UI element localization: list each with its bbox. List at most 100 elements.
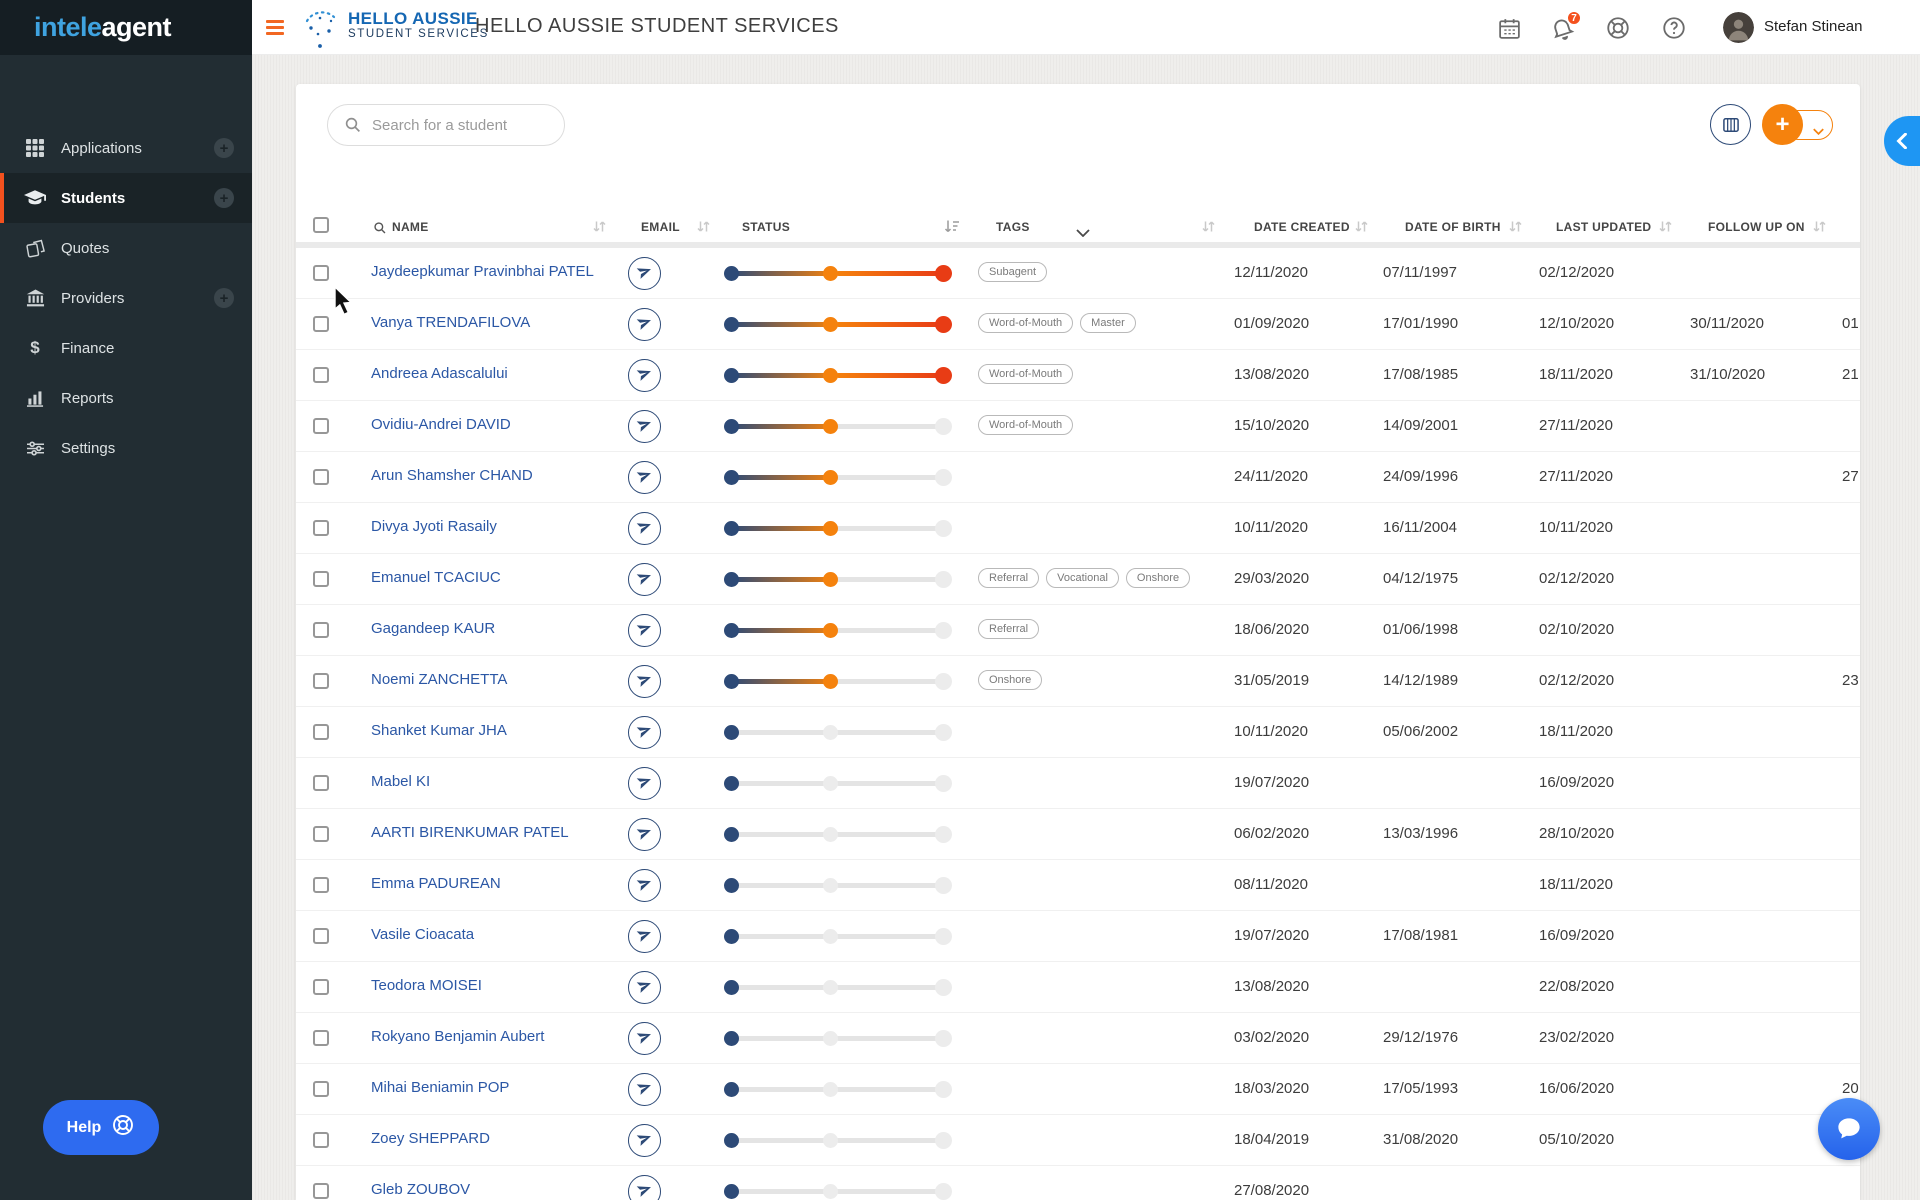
student-name[interactable]: Shanket Kumar JHA <box>371 722 507 739</box>
student-name[interactable]: Vanya TRENDAFILOVA <box>371 314 530 331</box>
student-name[interactable]: Gleb ZOUBOV <box>371 1181 470 1198</box>
row-checkbox[interactable] <box>313 265 329 281</box>
notifications-bell-icon[interactable]: 7 <box>1548 14 1576 42</box>
send-email-button[interactable] <box>628 971 661 1004</box>
user-avatar[interactable] <box>1723 12 1754 43</box>
help-question-icon[interactable] <box>1660 14 1688 42</box>
send-email-button[interactable] <box>628 461 661 494</box>
add-student-button[interactable]: + <box>1762 104 1803 145</box>
send-email-button[interactable] <box>628 1175 661 1200</box>
status-slider[interactable] <box>724 367 952 384</box>
status-slider[interactable] <box>724 1132 952 1149</box>
row-checkbox[interactable] <box>313 1081 329 1097</box>
student-name[interactable]: Gagandeep KAUR <box>371 620 495 637</box>
row-checkbox[interactable] <box>313 469 329 485</box>
student-name[interactable]: Arun Shamsher CHAND <box>371 467 533 484</box>
row-checkbox[interactable] <box>313 775 329 791</box>
status-slider[interactable] <box>724 622 952 639</box>
status-slider[interactable] <box>724 316 952 333</box>
status-slider[interactable] <box>724 724 952 741</box>
add-icon[interactable]: + <box>214 288 234 308</box>
sort-tags-icon[interactable] <box>1201 219 1216 239</box>
student-name[interactable]: Divya Jyoti Rasaily <box>371 518 497 535</box>
student-name[interactable]: Emma PADUREAN <box>371 875 501 892</box>
student-name[interactable]: Zoey SHEPPARD <box>371 1130 490 1147</box>
search-input[interactable] <box>327 104 565 146</box>
row-checkbox[interactable] <box>313 877 329 893</box>
send-email-button[interactable] <box>628 767 661 800</box>
status-slider[interactable] <box>724 775 952 792</box>
help-button[interactable]: Help <box>43 1100 159 1155</box>
send-email-button[interactable] <box>628 1073 661 1106</box>
sort-email-icon[interactable] <box>696 219 711 239</box>
row-checkbox[interactable] <box>313 571 329 587</box>
send-email-button[interactable] <box>628 512 661 545</box>
chat-widget-button[interactable] <box>1818 1098 1880 1160</box>
row-checkbox[interactable] <box>313 520 329 536</box>
status-slider[interactable] <box>724 1081 952 1098</box>
send-email-button[interactable] <box>628 359 661 392</box>
row-checkbox[interactable] <box>313 1132 329 1148</box>
tags-filter-chevron-icon[interactable] <box>1076 224 1090 242</box>
sidebar-item-reports[interactable]: Reports <box>0 373 252 423</box>
sidebar-item-settings[interactable]: Settings <box>0 423 252 473</box>
status-slider[interactable] <box>724 1183 952 1200</box>
sort-name-icon[interactable] <box>592 219 607 239</box>
send-email-button[interactable] <box>628 410 661 443</box>
row-checkbox[interactable] <box>313 979 329 995</box>
send-email-button[interactable] <box>628 308 661 341</box>
status-slider[interactable] <box>724 265 952 282</box>
select-all-checkbox[interactable] <box>313 217 329 233</box>
add-icon[interactable]: + <box>214 138 234 158</box>
column-search-icon[interactable] <box>373 221 387 240</box>
status-slider[interactable] <box>724 520 952 537</box>
student-name[interactable]: AARTI BIRENKUMAR PATEL <box>371 824 569 841</box>
status-slider[interactable] <box>724 1030 952 1047</box>
sort-follow-up-icon[interactable] <box>1812 219 1827 239</box>
app-logo[interactable]: inteleagent <box>0 0 252 55</box>
send-email-button[interactable] <box>628 818 661 851</box>
row-checkbox[interactable] <box>313 928 329 944</box>
row-checkbox[interactable] <box>313 622 329 638</box>
status-slider[interactable] <box>724 673 952 690</box>
student-name[interactable]: Rokyano Benjamin Aubert <box>371 1028 544 1045</box>
sidebar-item-applications[interactable]: Applications + <box>0 123 252 173</box>
sidebar-item-quotes[interactable]: Quotes <box>0 223 252 273</box>
support-lifebuoy-icon[interactable] <box>1604 14 1632 42</box>
row-checkbox[interactable] <box>313 316 329 332</box>
send-email-button[interactable] <box>628 920 661 953</box>
sort-last-updated-icon[interactable] <box>1658 219 1673 239</box>
student-name[interactable]: Noemi ZANCHETTA <box>371 671 507 688</box>
row-checkbox[interactable] <box>313 367 329 383</box>
sidebar-item-finance[interactable]: $ Finance <box>0 323 252 373</box>
user-name[interactable]: Stefan Stinean <box>1764 18 1862 35</box>
sort-date-created-icon[interactable] <box>1354 219 1369 239</box>
status-slider[interactable] <box>724 979 952 996</box>
send-email-button[interactable] <box>628 257 661 290</box>
send-email-button[interactable] <box>628 614 661 647</box>
sort-status-icon[interactable] <box>944 219 960 239</box>
student-name[interactable]: Andreea Adascalului <box>371 365 508 382</box>
row-checkbox[interactable] <box>313 1183 329 1199</box>
status-slider[interactable] <box>724 469 952 486</box>
row-checkbox[interactable] <box>313 724 329 740</box>
student-name[interactable]: Jaydeepkumar Pravinbhai PATEL <box>371 263 594 280</box>
student-name[interactable]: Teodora MOISEI <box>371 977 482 994</box>
calendar-icon[interactable] <box>1495 14 1523 42</box>
sidebar-item-providers[interactable]: Providers + <box>0 273 252 323</box>
send-email-button[interactable] <box>628 869 661 902</box>
student-name[interactable]: Emanuel TCACIUC <box>371 569 501 586</box>
row-checkbox[interactable] <box>313 673 329 689</box>
add-icon[interactable]: + <box>214 188 234 208</box>
student-name[interactable]: Mihai Beniamin POP <box>371 1079 509 1096</box>
sort-date-of-birth-icon[interactable] <box>1508 219 1523 239</box>
row-checkbox[interactable] <box>313 826 329 842</box>
sidebar-item-students[interactable]: Students + <box>0 173 252 223</box>
status-slider[interactable] <box>724 571 952 588</box>
student-name[interactable]: Vasile Cioacata <box>371 926 474 943</box>
student-name[interactable]: Ovidiu-Andrei DAVID <box>371 416 511 433</box>
student-name[interactable]: Mabel KI <box>371 773 430 790</box>
send-email-button[interactable] <box>628 1022 661 1055</box>
status-slider[interactable] <box>724 877 952 894</box>
column-settings-button[interactable] <box>1710 104 1751 145</box>
